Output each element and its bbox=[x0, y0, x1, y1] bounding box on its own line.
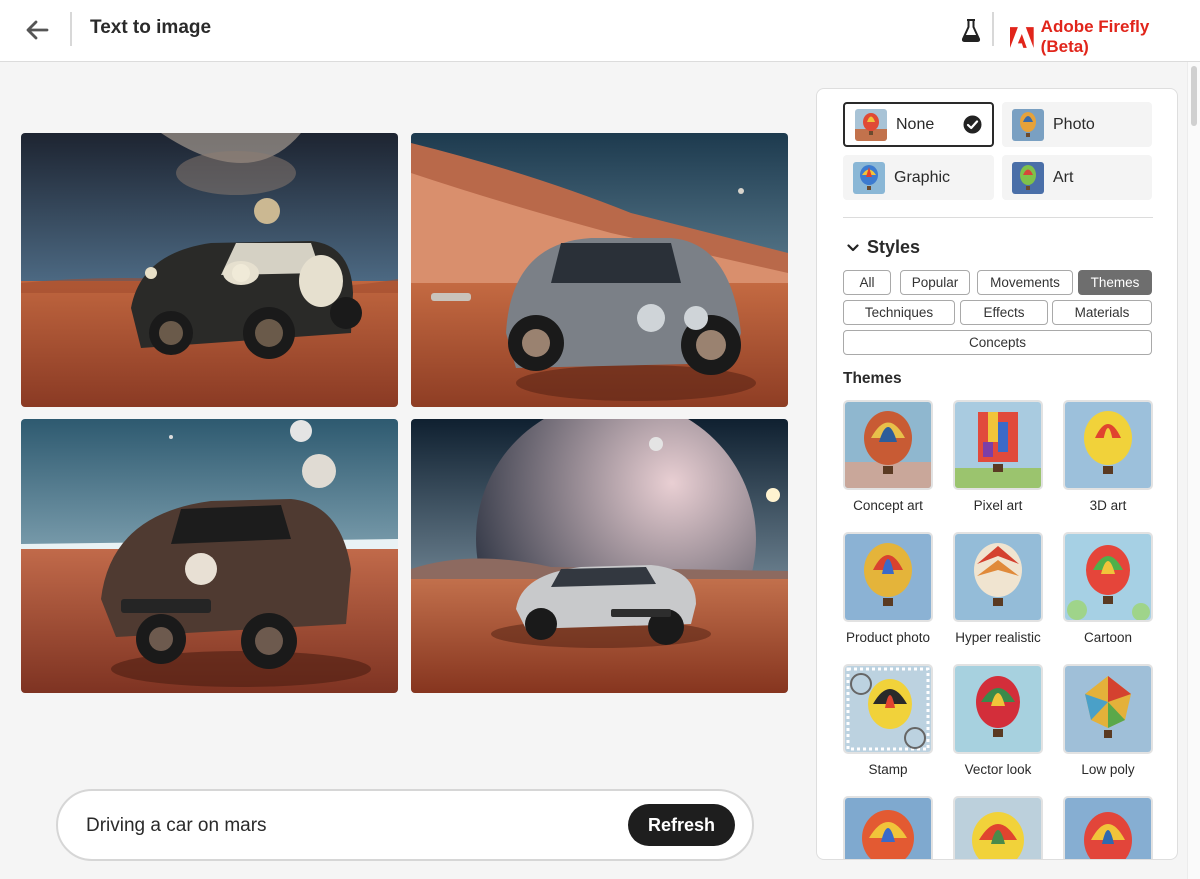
theme-vector-look[interactable]: Vector look bbox=[953, 664, 1043, 777]
content-type-graphic[interactable]: Graphic bbox=[843, 155, 994, 200]
theme-low-poly[interactable]: Low poly bbox=[1063, 664, 1153, 777]
theme-cartoon[interactable]: Cartoon bbox=[1063, 532, 1153, 645]
theme-thumbnail bbox=[953, 400, 1043, 490]
chevron-down-icon bbox=[847, 243, 859, 251]
theme-pixel-art[interactable]: Pixel art bbox=[953, 400, 1043, 513]
theme-concept-art[interactable]: Concept art bbox=[843, 400, 933, 513]
theme-thumbnail bbox=[1063, 664, 1153, 754]
result-image-4[interactable] bbox=[411, 419, 788, 693]
theme-label: Cartoon bbox=[1083, 630, 1133, 645]
balloon-thumbnail bbox=[1012, 108, 1044, 141]
theme-tile[interactable] bbox=[1063, 796, 1153, 859]
arrow-left-icon bbox=[26, 20, 49, 40]
theme-3d-art[interactable]: 3D art bbox=[1063, 400, 1153, 513]
theme-thumbnail bbox=[843, 400, 933, 490]
theme-stamp[interactable]: Stamp bbox=[843, 664, 933, 777]
balloon-thumbnail bbox=[855, 108, 887, 141]
theme-label: Product photo bbox=[845, 630, 931, 645]
header-divider bbox=[70, 12, 72, 46]
labs-button[interactable] bbox=[958, 16, 984, 44]
theme-thumbnail bbox=[1063, 400, 1153, 490]
refresh-button[interactable]: Refresh bbox=[628, 804, 735, 846]
theme-thumbnail bbox=[1063, 532, 1153, 622]
theme-thumbnail bbox=[953, 796, 1043, 859]
style-tab-themes[interactable]: Themes bbox=[1078, 270, 1152, 295]
style-tab-all[interactable]: All bbox=[843, 270, 891, 295]
flask-icon bbox=[961, 19, 981, 42]
page-scrollbar[interactable] bbox=[1187, 62, 1200, 879]
theme-tile[interactable] bbox=[953, 796, 1043, 859]
style-tab-materials[interactable]: Materials bbox=[1052, 300, 1152, 325]
theme-thumbnail bbox=[1063, 796, 1153, 859]
theme-thumbnail bbox=[953, 532, 1043, 622]
header-divider bbox=[992, 12, 994, 46]
style-tab-concepts[interactable]: Concepts bbox=[843, 330, 1152, 355]
styles-section-toggle[interactable]: Styles bbox=[847, 237, 920, 258]
theme-product-photo[interactable]: Product photo bbox=[843, 532, 933, 645]
settings-panel: None Photo Graphic Art Styles All Popula… bbox=[816, 88, 1178, 860]
prompt-input[interactable] bbox=[86, 813, 606, 839]
style-tab-popular[interactable]: Popular bbox=[900, 270, 970, 295]
theme-label: Hyper realistic bbox=[955, 630, 1041, 645]
brand-name: Adobe Firefly (Beta) bbox=[1040, 17, 1150, 56]
style-tab-movements[interactable]: Movements bbox=[977, 270, 1073, 295]
theme-label: Pixel art bbox=[973, 498, 1023, 513]
content-type-none[interactable]: None bbox=[843, 102, 994, 147]
style-tab-effects[interactable]: Effects bbox=[960, 300, 1048, 325]
theme-hyper-realistic[interactable]: Hyper realistic bbox=[953, 532, 1043, 645]
scrollbar-thumb[interactable] bbox=[1191, 66, 1197, 126]
content-type-label: None bbox=[896, 115, 935, 133]
style-tab-techniques[interactable]: Techniques bbox=[843, 300, 955, 325]
theme-thumbnail bbox=[953, 664, 1043, 754]
brand: Adobe Firefly (Beta) bbox=[1010, 17, 1200, 57]
balloon-thumbnail bbox=[1012, 161, 1044, 194]
page-title: Text to image bbox=[90, 17, 212, 38]
panel-divider bbox=[843, 217, 1153, 218]
app-header: Text to image Adobe Firefly (Beta) bbox=[0, 0, 1200, 62]
checkmark-icon bbox=[963, 115, 982, 134]
theme-label: Low poly bbox=[1081, 762, 1135, 777]
theme-label: Concept art bbox=[853, 498, 923, 513]
result-image-2[interactable] bbox=[411, 133, 788, 407]
theme-label: Vector look bbox=[964, 762, 1032, 777]
theme-label: Stamp bbox=[868, 762, 908, 777]
theme-tile[interactable] bbox=[843, 796, 933, 859]
content-type-art[interactable]: Art bbox=[1002, 155, 1152, 200]
result-image-1[interactable] bbox=[21, 133, 398, 407]
content-type-label: Graphic bbox=[894, 168, 951, 186]
theme-label: 3D art bbox=[1089, 498, 1127, 513]
styles-title: Styles bbox=[867, 237, 921, 257]
theme-thumbnail bbox=[843, 796, 933, 859]
content-type-photo[interactable]: Photo bbox=[1002, 102, 1152, 147]
balloon-thumbnail bbox=[853, 161, 885, 194]
content-type-label: Art bbox=[1053, 168, 1074, 186]
prompt-bar: Refresh bbox=[56, 789, 754, 861]
themes-title: Themes bbox=[843, 370, 902, 387]
theme-thumbnail bbox=[843, 532, 933, 622]
content-type-label: Photo bbox=[1053, 115, 1095, 133]
theme-thumbnail bbox=[843, 664, 933, 754]
back-button[interactable] bbox=[22, 16, 52, 44]
adobe-logo-icon bbox=[1010, 26, 1034, 48]
result-image-3[interactable] bbox=[21, 419, 398, 693]
